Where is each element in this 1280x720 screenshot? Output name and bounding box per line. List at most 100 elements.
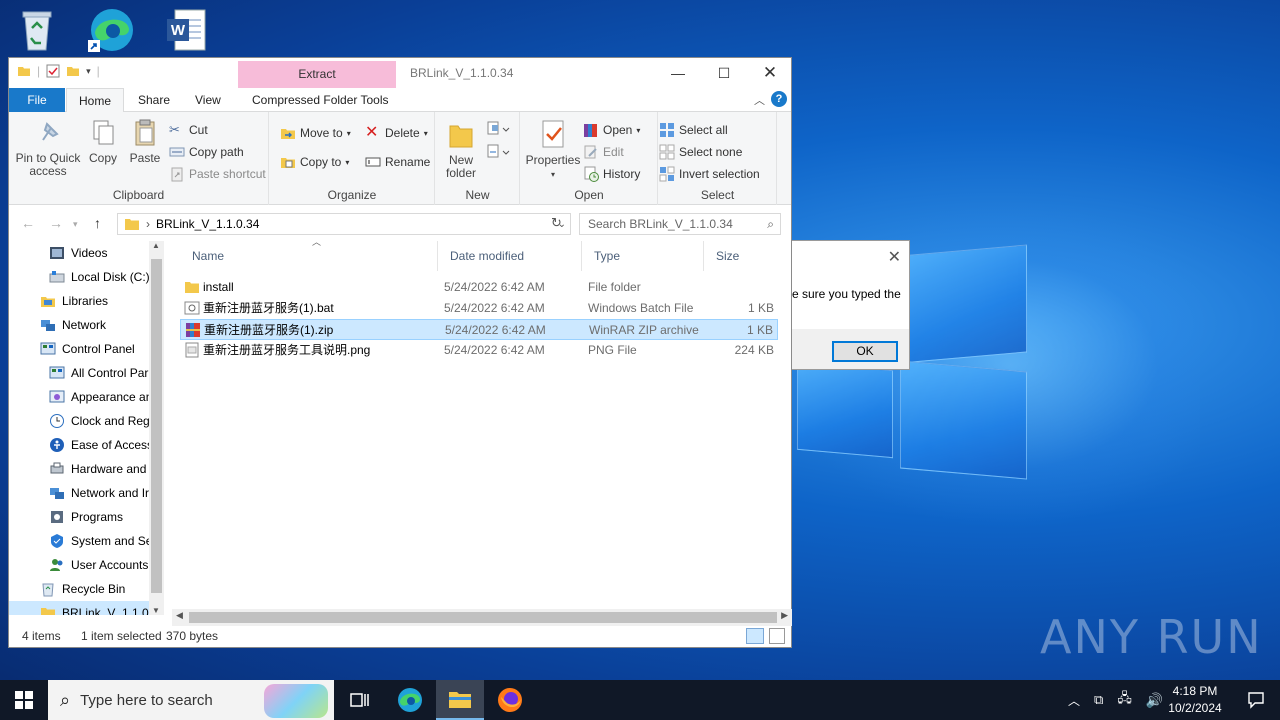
- delete-button[interactable]: ✕ Delete ▾: [365, 123, 428, 143]
- network-icon[interactable]: 🖧: [1117, 689, 1132, 711]
- file-row[interactable]: install 5/24/2022 6:42 AM File folder: [180, 277, 778, 298]
- new-folder-icon[interactable]: [66, 64, 80, 78]
- file-explorer-taskbar-button[interactable]: [436, 680, 484, 720]
- column-header-type[interactable]: Type: [582, 241, 704, 271]
- contextual-tab-extract[interactable]: Extract: [238, 61, 396, 88]
- nav-item[interactable]: Network and Ir: [9, 481, 149, 505]
- nav-item[interactable]: Libraries: [9, 289, 149, 313]
- dialog-ok-button[interactable]: OK: [832, 341, 898, 362]
- nav-item[interactable]: System and Sec: [9, 529, 149, 553]
- tab-compressed-folder-tools[interactable]: Compressed Folder Tools: [240, 88, 401, 112]
- details-view-icon[interactable]: [746, 628, 764, 644]
- horizontal-scrollbar-thumb[interactable]: [189, 612, 777, 623]
- scroll-down-icon[interactable]: ▼: [152, 606, 160, 615]
- scroll-left-icon[interactable]: ◀: [176, 610, 183, 621]
- minimize-button[interactable]: —: [655, 58, 701, 88]
- column-header-name[interactable]: Name: [180, 241, 438, 271]
- organize-group: Move to ▾ Copy to ▾ ✕ Delete ▾ Rename Organ…: [270, 112, 435, 205]
- select-none-button[interactable]: Select none: [659, 142, 742, 162]
- new-item-icon[interactable]: [486, 120, 510, 138]
- up-arrow-icon[interactable]: ↑: [94, 215, 101, 231]
- collapse-ribbon-chevron-icon[interactable]: ︿: [754, 92, 765, 108]
- word-document-desktop-icon[interactable]: W: [162, 6, 210, 54]
- tab-home[interactable]: Home: [66, 88, 125, 113]
- taskbar-search-box[interactable]: ⌕ Type here to search: [48, 680, 334, 720]
- firefox-taskbar-button[interactable]: [486, 680, 534, 720]
- task-view-button[interactable]: [336, 680, 384, 720]
- copy-button[interactable]: Copy: [83, 118, 123, 165]
- scroll-right-icon[interactable]: ▶: [781, 610, 788, 621]
- nav-item[interactable]: Network: [9, 313, 149, 337]
- history-button[interactable]: History: [583, 164, 640, 184]
- rename-button[interactable]: Rename: [365, 152, 430, 172]
- meet-now-icon[interactable]: ⧉: [1094, 692, 1103, 708]
- customize-qat-chevron-icon[interactable]: ▾: [86, 66, 91, 77]
- nav-item[interactable]: All Control Par: [9, 361, 149, 385]
- nav-item[interactable]: Recycle Bin: [9, 577, 149, 601]
- nav-item[interactable]: BRLink_V_1.1.0.3: [9, 601, 149, 615]
- nav-item[interactable]: Ease of Access: [9, 433, 149, 457]
- move-to-button[interactable]: Move to ▾: [280, 123, 351, 143]
- show-hidden-icons-chevron-icon[interactable]: ︿: [1068, 692, 1080, 709]
- easy-access-icon[interactable]: [486, 143, 510, 161]
- help-icon[interactable]: ?: [771, 91, 787, 107]
- notification-icon: [1248, 692, 1264, 709]
- breadcrumb[interactable]: BRLink_V_1.1.0.34: [156, 217, 259, 231]
- invert-selection-button[interactable]: Invert selection: [659, 164, 760, 184]
- edge-taskbar-button[interactable]: [386, 680, 434, 720]
- column-header-date[interactable]: Date modified: [438, 241, 582, 271]
- search-input[interactable]: Search BRLink_V_1.1.0.34: [588, 217, 733, 231]
- file-name: 重新注册蓝牙服务工具说明.png: [203, 343, 371, 357]
- file-row[interactable]: 重新注册蓝牙服务工具说明.png 5/24/2022 6:42 AM PNG Fil…: [180, 340, 778, 361]
- nav-item[interactable]: User Accounts: [9, 553, 149, 577]
- taskbar-search-input[interactable]: Type here to search: [80, 692, 213, 709]
- scroll-up-icon[interactable]: ▲: [152, 241, 160, 250]
- back-arrow-icon[interactable]: ←: [21, 215, 35, 231]
- copy-path-button[interactable]: Copy path: [169, 142, 244, 162]
- file-row[interactable]: 重新注册蓝牙服务(1).zip 5/24/2022 6:42 AM WinRAR Z…: [180, 319, 778, 340]
- properties-button[interactable]: Properties ▾: [525, 118, 581, 181]
- paste-shortcut-label: Paste shortcut: [189, 167, 266, 181]
- nav-item[interactable]: Videos: [9, 241, 149, 265]
- nav-item[interactable]: Programs: [9, 505, 149, 529]
- close-button[interactable]: ✕: [747, 58, 793, 88]
- file-row[interactable]: 重新注册蓝牙服务(1).bat 5/24/2022 6:42 AM Windows …: [180, 298, 778, 319]
- nav-item[interactable]: Hardware and: [9, 457, 149, 481]
- maximize-button[interactable]: ☐: [701, 58, 747, 88]
- forward-arrow-icon[interactable]: →: [49, 215, 63, 231]
- nav-item[interactable]: Control Panel: [9, 337, 149, 361]
- file-type: Windows Batch File: [588, 301, 694, 315]
- navigation-scrollbar[interactable]: ▲ ▼: [149, 241, 164, 615]
- tab-share[interactable]: Share: [126, 88, 182, 112]
- notifications-button[interactable]: [1232, 680, 1280, 720]
- address-bar[interactable]: › BRLink_V_1.1.0.34 ⌄: [117, 213, 571, 235]
- taskbar-clock[interactable]: 4:18 PM 10/2/2024: [1160, 683, 1230, 717]
- select-all-button[interactable]: Select all: [659, 120, 728, 140]
- pin-to-quick-access-button[interactable]: Pin to Quick access: [15, 118, 81, 178]
- paste-button[interactable]: Paste: [125, 118, 165, 165]
- scrollbar-thumb[interactable]: [151, 259, 162, 593]
- edge-desktop-icon[interactable]: [88, 6, 136, 54]
- nav-item[interactable]: Clock and Regi: [9, 409, 149, 433]
- column-header-size[interactable]: Size: [704, 241, 778, 271]
- recycle-bin-desktop-icon[interactable]: [13, 6, 61, 54]
- tab-file[interactable]: File: [9, 88, 65, 112]
- dialog-close-icon[interactable]: ✕: [888, 247, 901, 267]
- new-folder-button[interactable]: New folder: [440, 118, 482, 180]
- nav-item[interactable]: Local Disk (C:): [9, 265, 149, 289]
- file-type: File folder: [588, 280, 641, 294]
- search-box[interactable]: Search BRLink_V_1.1.0.34 ⌕: [579, 213, 781, 235]
- edit-button[interactable]: Edit: [583, 142, 624, 162]
- nav-item[interactable]: Appearance an: [9, 385, 149, 409]
- properties-icon[interactable]: [46, 64, 60, 78]
- recent-locations-chevron-icon[interactable]: ▾: [73, 219, 78, 230]
- paste-shortcut-button[interactable]: Paste shortcut: [169, 164, 266, 184]
- horizontal-scrollbar[interactable]: ◀ ▶: [172, 609, 792, 626]
- copy-to-button[interactable]: Copy to ▾: [280, 152, 349, 172]
- cut-button[interactable]: ✂ Cut: [169, 120, 208, 140]
- large-icons-view-icon[interactable]: [769, 628, 785, 644]
- refresh-icon[interactable]: ↻: [551, 215, 562, 231]
- start-button[interactable]: [0, 680, 48, 720]
- tab-view[interactable]: View: [183, 88, 233, 112]
- open-button[interactable]: Open ▾: [583, 120, 640, 140]
